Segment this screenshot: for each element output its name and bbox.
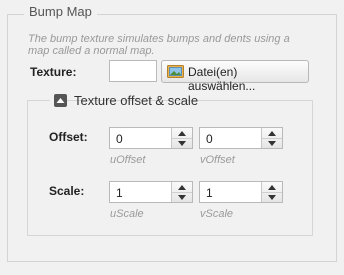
- u-scale-value[interactable]: 1: [116, 186, 123, 200]
- offset-label: Offset:: [49, 130, 88, 144]
- spinner-buttons: [171, 128, 192, 148]
- scale-label: Scale:: [49, 184, 85, 198]
- v-scale-caption: vScale: [200, 208, 234, 220]
- v-scale-value[interactable]: 1: [206, 186, 213, 200]
- v-offset-spinner[interactable]: 0: [199, 127, 283, 149]
- u-scale-spinner[interactable]: 1: [109, 181, 193, 203]
- decrement-button[interactable]: [262, 138, 282, 148]
- choose-files-label: Datei(en) auswählen...: [188, 65, 256, 93]
- texture-preview[interactable]: [109, 60, 157, 82]
- decrement-button[interactable]: [262, 192, 282, 202]
- spinner-buttons: [261, 128, 282, 148]
- v-offset-value[interactable]: 0: [206, 132, 213, 146]
- u-offset-caption: uOffset: [110, 154, 146, 166]
- texture-label: Texture:: [30, 65, 77, 79]
- decrement-button[interactable]: [172, 138, 192, 148]
- spinner-buttons: [261, 182, 282, 202]
- u-offset-value[interactable]: 0: [116, 132, 123, 146]
- texture-offset-scale-group: [27, 100, 313, 236]
- image-file-icon: [167, 65, 184, 78]
- panel-title: Bump Map: [24, 4, 97, 19]
- panel-description: The bump texture simulates bumps and den…: [28, 33, 290, 57]
- v-scale-spinner[interactable]: 1: [199, 181, 283, 203]
- choose-files-button[interactable]: Datei(en) auswählen...: [161, 60, 309, 93]
- u-offset-spinner[interactable]: 0: [109, 127, 193, 149]
- u-scale-caption: uScale: [110, 208, 144, 220]
- minus-collapse-icon[interactable]: [54, 94, 67, 107]
- offset-scale-title: Texture offset & scale: [74, 93, 199, 108]
- decrement-button[interactable]: [172, 192, 192, 202]
- v-offset-caption: vOffset: [200, 154, 235, 166]
- spinner-buttons: [171, 182, 192, 202]
- offset-scale-header: Texture offset & scale: [50, 92, 198, 110]
